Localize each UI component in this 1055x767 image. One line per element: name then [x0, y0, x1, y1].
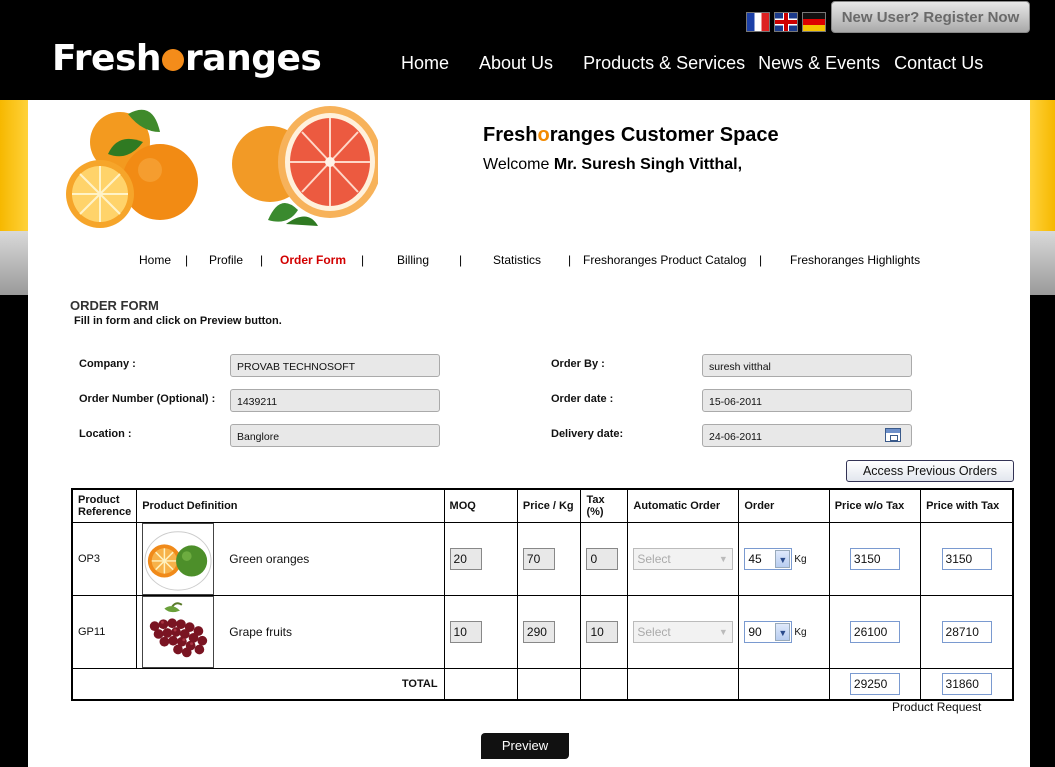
chevron-down-icon: ▼: [718, 554, 728, 564]
column-header: Order: [738, 488, 830, 523]
product-reference: GP11: [71, 595, 138, 669]
subnav-billing[interactable]: Billing: [397, 253, 429, 267]
green-oranges-image: [142, 523, 215, 595]
top-header: Fresh ranges New User? Register Now Home …: [0, 0, 1055, 100]
table-row: OP3 Green oranges 20 70 0 Select ▼ 45 ▼ …: [71, 522, 1014, 596]
moq-field[interactable]: 20: [449, 548, 482, 570]
total-row: TOTAL 29250 31860: [71, 668, 1014, 700]
nav-about-us[interactable]: About Us: [479, 53, 553, 74]
orange-logo-icon: [162, 49, 185, 71]
register-button[interactable]: New User? Register Now: [831, 1, 1030, 33]
subnav-order-form[interactable]: Order Form: [280, 253, 346, 267]
subnav-separator: |: [185, 253, 189, 267]
price-with-tax-field[interactable]: 28710: [941, 621, 992, 643]
unit-label: Kg: [794, 626, 807, 638]
nav-home[interactable]: Home: [401, 53, 449, 74]
subnav-separator: |: [260, 253, 264, 267]
product-reference: OP3: [71, 522, 138, 596]
order-table: Product Reference Product Definition MOQ…: [71, 488, 1014, 701]
column-header: Price w/o Tax: [828, 488, 922, 523]
product-definition: Green oranges: [136, 522, 445, 596]
chevron-down-icon: ▼: [775, 550, 791, 568]
language-flags: [746, 12, 826, 32]
preview-button[interactable]: Preview: [481, 733, 569, 759]
product-request-link[interactable]: Product Request: [892, 700, 981, 714]
order-number-label: Order Number (Optional) :: [79, 393, 216, 405]
welcome-message: Welcome Mr. Suresh Singh Vitthal,: [483, 156, 743, 173]
column-header: MOQ: [443, 488, 518, 523]
price-without-tax-field[interactable]: 26100: [849, 621, 900, 643]
tax-field[interactable]: 0: [586, 548, 619, 570]
column-header: Price / Kg: [516, 488, 582, 523]
english-flag-icon[interactable]: [774, 12, 798, 32]
subnav-highlights[interactable]: Freshoranges Highlights: [790, 253, 920, 267]
price-without-tax-field[interactable]: 3150: [849, 548, 900, 570]
product-name: Grape fruits: [229, 625, 292, 639]
product-name: Green oranges: [229, 552, 310, 566]
price-field[interactable]: 290: [522, 621, 555, 643]
chevron-down-icon: ▼: [718, 627, 728, 637]
product-definition: Grape fruits: [136, 595, 445, 669]
sub-nav: Home | Profile | Order Form | Billing | …: [28, 253, 1030, 273]
subnav-home[interactable]: Home: [139, 253, 171, 267]
automatic-order-select[interactable]: Select ▼: [633, 621, 734, 643]
total-without-tax-field[interactable]: 29250: [849, 672, 900, 695]
user-name: Mr. Suresh Singh Vitthal,: [553, 156, 743, 173]
column-header: Automatic Order: [627, 488, 740, 523]
unit-label: Kg: [794, 553, 807, 565]
page-title: Freshoranges Customer Space: [483, 124, 779, 146]
main-content: Freshoranges Customer Space Welcome Mr. …: [28, 100, 1030, 767]
main-nav: Home About Us Products & Services News &…: [401, 53, 1013, 74]
subnav-profile[interactable]: Profile: [209, 253, 243, 267]
order-date-label: Order date :: [551, 393, 614, 405]
order-quantity-select[interactable]: 90 ▼: [744, 621, 793, 643]
access-previous-orders-button[interactable]: Access Previous Orders: [846, 460, 1014, 482]
column-header: Product Reference: [71, 488, 138, 523]
subnav-product-catalog[interactable]: Freshoranges Product Catalog: [583, 253, 746, 267]
order-by-label: Order By :: [551, 358, 605, 370]
order-number-field[interactable]: 1439211: [230, 389, 440, 412]
tax-field[interactable]: 10: [586, 621, 619, 643]
order-quantity-select[interactable]: 45 ▼: [744, 548, 793, 570]
subnav-separator: |: [759, 253, 763, 267]
table-header-row: Product Reference Product Definition MOQ…: [71, 488, 1014, 523]
oranges-banner-image: [66, 106, 378, 228]
nav-news-events[interactable]: News & Events: [758, 53, 880, 74]
delivery-date-field[interactable]: 24-06-2011: [702, 424, 912, 447]
order-by-field[interactable]: suresh vitthal: [702, 354, 912, 377]
location-field[interactable]: Banglore: [230, 424, 440, 447]
company-label: Company :: [79, 358, 136, 370]
form-instruction: Fill in form and click on Preview button…: [74, 315, 282, 327]
delivery-date-label: Delivery date:: [551, 428, 624, 440]
company-field[interactable]: PROVAB TECHNOSOFT: [230, 354, 440, 377]
grape-fruits-image: [142, 596, 215, 668]
german-flag-icon[interactable]: [802, 12, 826, 32]
column-header: Tax (%): [580, 488, 629, 523]
total-label: TOTAL: [71, 668, 445, 700]
column-header: Price with Tax: [920, 488, 1014, 523]
automatic-order-select[interactable]: Select ▼: [633, 548, 734, 570]
subnav-separator: |: [361, 253, 365, 267]
chevron-down-icon: ▼: [775, 623, 791, 641]
french-flag-icon[interactable]: [746, 12, 770, 32]
total-with-tax-field[interactable]: 31860: [941, 672, 992, 695]
calendar-icon[interactable]: [885, 428, 901, 442]
subnav-separator: |: [459, 253, 463, 267]
column-header: Product Definition: [136, 488, 445, 523]
subnav-separator: |: [568, 253, 572, 267]
price-with-tax-field[interactable]: 3150: [941, 548, 992, 570]
location-label: Location :: [79, 428, 132, 440]
logo[interactable]: Fresh ranges: [52, 38, 322, 79]
nav-contact-us[interactable]: Contact Us: [894, 53, 983, 74]
price-field[interactable]: 70: [522, 548, 555, 570]
subnav-statistics[interactable]: Statistics: [493, 253, 541, 267]
order-date-field[interactable]: 15-06-2011: [702, 389, 912, 412]
form-title: ORDER FORM: [70, 298, 159, 313]
nav-products-services[interactable]: Products & Services: [583, 53, 745, 74]
table-row: GP11 Grape fruits 10 290 10 Select ▼ 90 …: [71, 595, 1014, 669]
moq-field[interactable]: 10: [449, 621, 482, 643]
